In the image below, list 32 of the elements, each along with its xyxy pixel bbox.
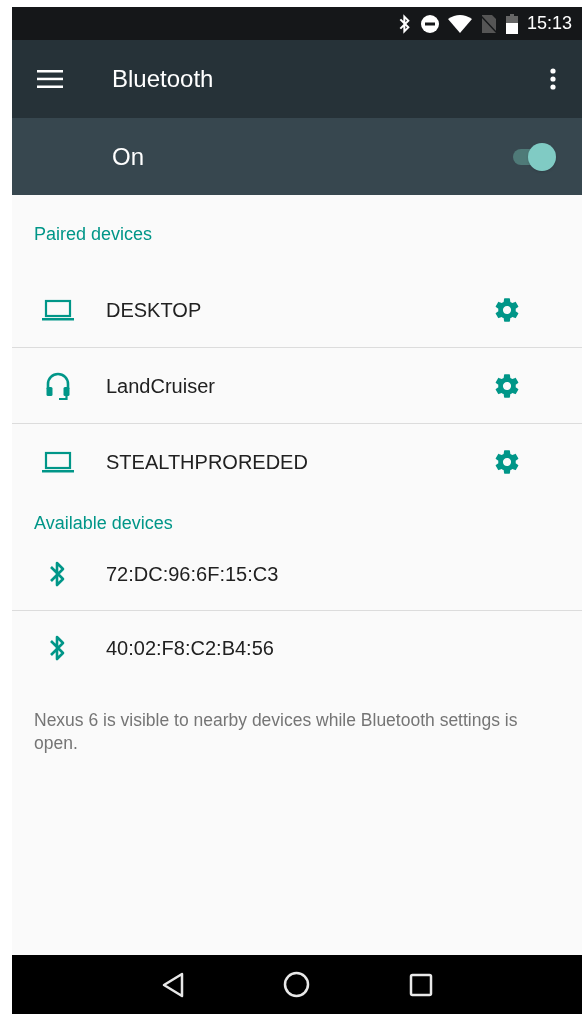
home-icon[interactable] [283, 971, 311, 998]
menu-icon [37, 70, 63, 88]
device-row[interactable]: LandCruiser [12, 348, 582, 424]
clock-time: 15:13 [526, 12, 572, 35]
wifi-icon [447, 14, 472, 33]
device-name: LandCruiser [106, 373, 216, 399]
settings-icon[interactable] [493, 371, 521, 400]
device-name: STEALTHPROREDED [106, 450, 309, 475]
bluetooth-icon [397, 13, 412, 34]
device-row[interactable]: STEALTHPROREDED [12, 424, 582, 500]
recents-icon[interactable] [408, 972, 433, 997]
more-options-icon [550, 68, 556, 90]
visibility-note: Nexus 6 is visible to nearby devices while Bluetooth settings is open. [34, 709, 519, 755]
device-row[interactable]: 72:DC:96:6F:15:C3 [12, 537, 582, 611]
device-row[interactable]: 40:02:F8:C2:B4:56 [12, 611, 582, 685]
settings-icon[interactable] [493, 448, 521, 476]
settings-icon[interactable] [493, 295, 521, 324]
device-name: 72:DC:96:6F:15:C3 [106, 561, 280, 587]
section-header: Available devices [34, 512, 174, 535]
device-name: DESKTOP [106, 297, 203, 323]
do-not-disturb-icon [420, 14, 439, 33]
no-sim-icon [480, 14, 497, 33]
toolbar-title: Bluetooth [112, 64, 215, 94]
section-header: Paired devices [34, 223, 154, 246]
battery-icon [505, 13, 518, 34]
laptop-icon [41, 451, 75, 473]
back-icon[interactable] [161, 971, 186, 998]
device-row[interactable]: DESKTOP [12, 272, 582, 348]
device-name: 40:02:F8:C2:B4:56 [106, 636, 275, 661]
headset-icon [45, 370, 71, 401]
switch-label: On [112, 141, 145, 172]
laptop-icon [41, 298, 75, 321]
